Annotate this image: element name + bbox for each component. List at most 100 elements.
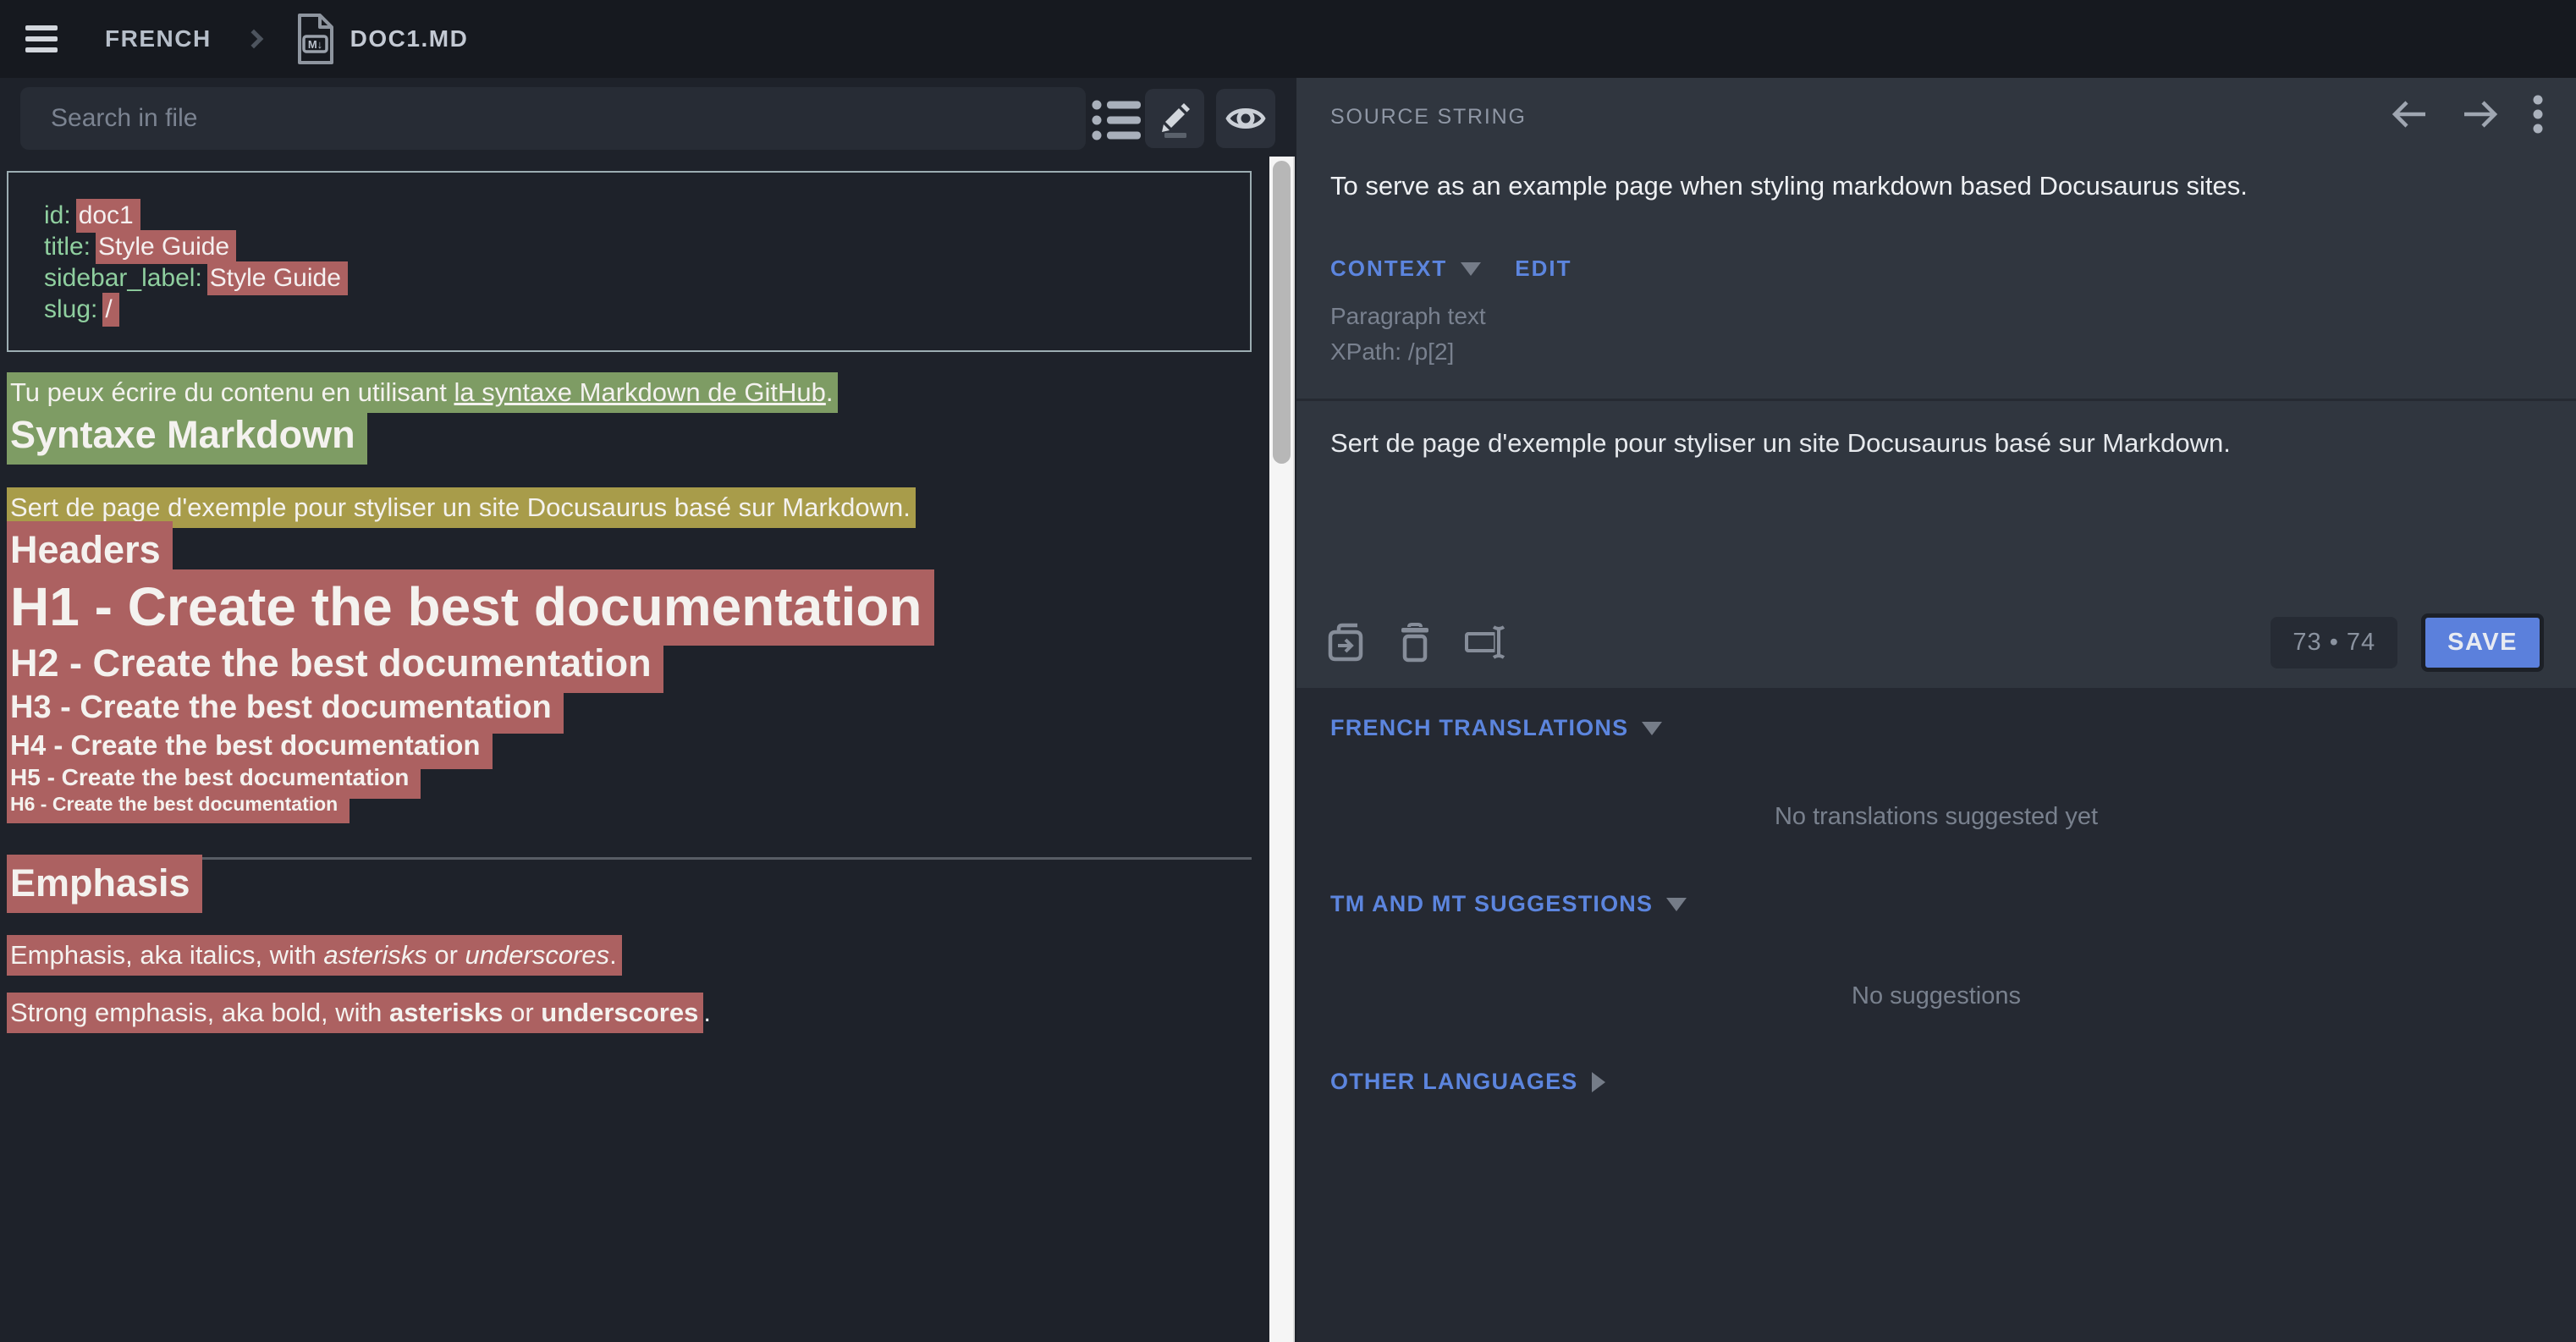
next-string-button[interactable] — [2461, 96, 2500, 132]
document-preview: id:doc1 title:Style Guide sidebar_label:… — [0, 159, 1269, 1342]
previous-string-button[interactable] — [2390, 96, 2429, 132]
copy-source-icon — [1327, 622, 1366, 663]
triangle-down-icon — [1461, 262, 1481, 276]
emphasis-paragraph: Emphasis, aka italics, with asterisks or… — [7, 937, 1252, 974]
h1-example: H1 - Create the best documentation — [7, 574, 1252, 640]
section-label: OTHER LANGUAGES — [1330, 1069, 1578, 1095]
context-type: Paragraph text — [1330, 303, 1486, 330]
untranslated-string[interactable]: H6 - Create the best documentation — [7, 786, 350, 823]
frontmatter-line: title:Style Guide — [44, 231, 1216, 262]
suggestions-empty-text: No suggestions — [1296, 982, 2576, 1010]
strong-text: or — [503, 998, 541, 1027]
search-row — [0, 78, 1269, 159]
copy-source-button[interactable] — [1327, 622, 1366, 663]
svg-text:M↓: M↓ — [308, 38, 322, 51]
frontmatter-key: sidebar_label: — [44, 264, 202, 292]
headers-heading: Headers — [7, 526, 1252, 574]
section-other-languages[interactable]: OTHER LANGUAGES — [1330, 1069, 1605, 1095]
intro-text: Tu peux écrire du contenu en utilisant — [10, 377, 454, 407]
selected-paragraph: Sert de page d'exemple pour styliser un … — [7, 489, 1252, 526]
breadcrumb-project[interactable]: FRENCH — [105, 25, 212, 52]
context-xpath: XPath: /p[2] — [1330, 338, 1454, 366]
bold-word: asterisks — [389, 998, 503, 1027]
section-label: FRENCH TRANSLATIONS — [1330, 715, 1628, 741]
triangle-down-icon — [1666, 898, 1687, 911]
markdown-syntax-link[interactable]: la syntaxe Markdown de GitHub — [454, 377, 825, 407]
untranslated-string[interactable]: Emphasis, aka italics, with asterisks or… — [7, 935, 622, 976]
strong-paragraph: Strong emphasis, aka bold, with asterisk… — [7, 994, 1252, 1031]
breadcrumb-file: DOC1.MD — [350, 25, 469, 52]
source-string-label: SOURCE STRING — [1330, 105, 1527, 129]
editor-divider — [1296, 399, 2576, 401]
translated-string[interactable]: Syntaxe Markdown — [7, 406, 367, 465]
syntax-markdown-heading: Syntaxe Markdown — [7, 411, 1252, 459]
h6-example: H6 - Create the best documentation — [7, 792, 1252, 817]
translations-empty-text: No translations suggested yet — [1296, 803, 2576, 831]
frontmatter-line: slug:/ — [44, 294, 1216, 325]
emphasis-text: . — [609, 940, 617, 970]
italic-word: asterisks — [323, 940, 427, 970]
emphasis-text: or — [427, 940, 465, 970]
arrow-left-icon — [2390, 96, 2429, 132]
frontmatter-key: slug: — [44, 295, 97, 323]
scrollbar-thumb[interactable] — [1273, 161, 1291, 464]
list-icon — [1092, 98, 1141, 142]
eye-icon — [1225, 102, 1266, 135]
frontmatter-line: sidebar_label:Style Guide — [44, 262, 1216, 294]
context-toggle[interactable]: CONTEXT — [1330, 256, 1447, 282]
arrow-right-icon — [2461, 96, 2500, 132]
string-list-button[interactable] — [1092, 98, 1141, 142]
search-input[interactable] — [20, 87, 1086, 150]
h3-example: H3 - Create the best documentation — [7, 687, 1252, 728]
section-label: TM AND MT SUGGESTIONS — [1330, 891, 1653, 917]
save-button[interactable]: SAVE — [2421, 613, 2544, 672]
frontmatter-value-string[interactable]: / — [102, 293, 118, 327]
emphasis-heading: Emphasis — [7, 860, 1252, 907]
intro-suffix: . — [826, 377, 834, 407]
trash-icon — [1398, 622, 1432, 663]
char-count-badge: 73 • 74 — [2271, 617, 2397, 668]
translation-input[interactable]: Sert de page d'exemple pour styliser un … — [1330, 425, 2542, 595]
more-options-button[interactable] — [2532, 93, 2544, 135]
h2-example: H2 - Create the best documentation — [7, 640, 1252, 687]
context-row: CONTEXT EDIT — [1330, 256, 1571, 282]
untranslated-string[interactable]: Emphasis — [7, 855, 202, 913]
triangle-down-icon — [1642, 722, 1662, 735]
frontmatter-line: id:doc1 — [44, 200, 1216, 231]
edit-context-button[interactable]: EDIT — [1515, 256, 1571, 282]
top-bar: FRENCH M↓ DOC1.MD — [0, 0, 2576, 78]
document-panel: id:doc1 title:Style Guide sidebar_label:… — [0, 78, 1269, 1342]
text-cursor-icon — [1464, 622, 1506, 663]
section-french-translations[interactable]: FRENCH TRANSLATIONS — [1330, 715, 1662, 741]
italic-word: underscores — [465, 940, 610, 970]
select-text-button[interactable] — [1464, 622, 1506, 663]
translation-toolbar: 73 • 74 SAVE — [1327, 612, 2544, 673]
frontmatter-value-string[interactable]: Style Guide — [207, 261, 348, 295]
string-navigation — [2358, 93, 2544, 135]
frontmatter-key: title: — [44, 233, 91, 261]
bold-word: underscores — [541, 998, 698, 1027]
emphasis-text: Emphasis, aka italics, with — [10, 940, 323, 970]
document-scrollbar[interactable] — [1269, 157, 1295, 1342]
chevron-right-icon — [244, 30, 263, 49]
untranslated-string[interactable]: Strong emphasis, aka bold, with asterisk… — [7, 993, 703, 1033]
translation-panel: SOURCE STRING To serve as an example pag… — [1296, 78, 2576, 1342]
preview-mode-button[interactable] — [1216, 89, 1275, 148]
frontmatter-value-string[interactable]: doc1 — [76, 199, 140, 233]
triangle-right-icon — [1592, 1072, 1605, 1092]
strong-text: Strong emphasis, aka bold, with — [10, 998, 389, 1027]
frontmatter-block: id:doc1 title:Style Guide sidebar_label:… — [7, 171, 1252, 352]
frontmatter-key: id: — [44, 201, 71, 229]
menu-icon[interactable] — [25, 25, 58, 52]
pencil-icon — [1155, 99, 1194, 138]
source-text: To serve as an example page when styling… — [1330, 168, 2542, 205]
section-tm-mt-suggestions[interactable]: TM AND MT SUGGESTIONS — [1330, 891, 1687, 917]
source-string-card: SOURCE STRING To serve as an example pag… — [1296, 78, 2576, 688]
kebab-menu-icon — [2532, 93, 2544, 135]
edit-mode-button[interactable] — [1145, 89, 1204, 148]
suggestions-area: FRENCH TRANSLATIONS No translations sugg… — [1296, 688, 2576, 1342]
markdown-file-icon: M↓ — [294, 13, 335, 65]
delete-translation-button[interactable] — [1398, 622, 1432, 663]
strong-suffix: . — [703, 998, 711, 1027]
frontmatter-value-string[interactable]: Style Guide — [96, 230, 236, 264]
